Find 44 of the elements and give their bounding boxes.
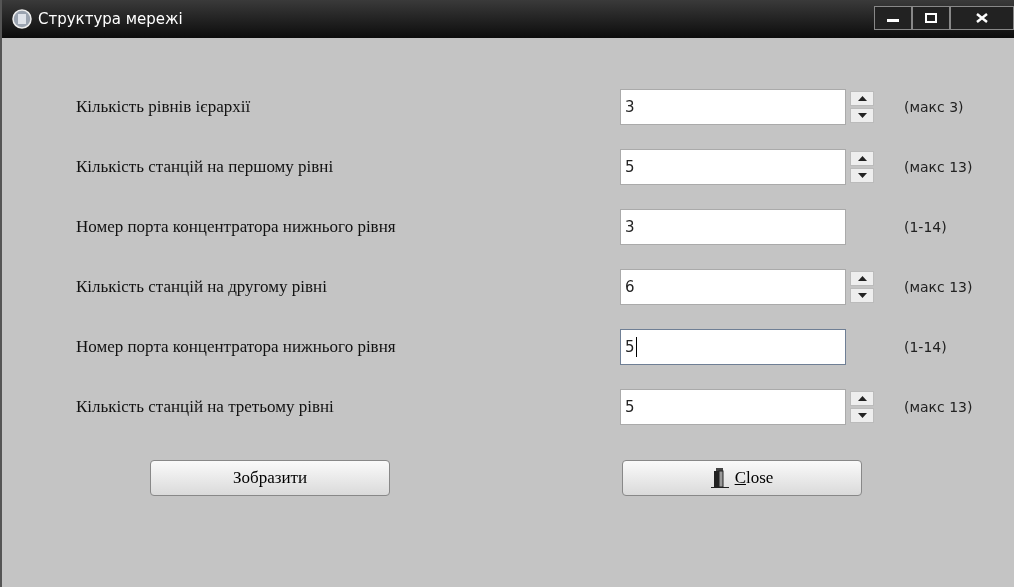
range-hint: (1-14) — [904, 219, 947, 235]
range-hint: (1-14) — [904, 339, 947, 355]
spin-down-button[interactable] — [850, 168, 874, 183]
up-arrow-icon — [857, 156, 867, 161]
field-label: Кількість станцій на третьому рівні — [76, 397, 335, 417]
spin-up-button[interactable] — [850, 391, 874, 406]
input-field[interactable]: 3 — [620, 89, 846, 125]
range-hint: (макс 13) — [904, 279, 973, 295]
minimize-button[interactable] — [874, 6, 912, 30]
field-label: Кількість рівнів ієрархії — [76, 97, 252, 117]
input-field[interactable]: 3 — [620, 209, 846, 245]
range-hint: (макс 3) — [904, 99, 964, 115]
down-arrow-icon — [857, 413, 867, 418]
spin-up-button[interactable] — [850, 271, 874, 286]
input-field[interactable]: 5 — [620, 329, 846, 365]
down-arrow-icon — [857, 173, 867, 178]
range-hint: (макс 13) — [904, 399, 973, 415]
down-arrow-icon — [857, 113, 867, 118]
maximize-button[interactable] — [912, 6, 950, 30]
window-title: Структура мережі — [38, 10, 183, 28]
close-icon — [975, 13, 989, 23]
spin-down-button[interactable] — [850, 408, 874, 423]
action-button[interactable]: Close — [622, 460, 862, 496]
door-icon — [710, 468, 729, 488]
close-button[interactable] — [950, 6, 1014, 30]
input-field[interactable]: 5 — [620, 149, 846, 185]
spin-down-button[interactable] — [850, 108, 874, 123]
spin-up-button[interactable] — [850, 91, 874, 106]
maximize-icon — [924, 13, 938, 23]
field-label: Кількість станцій на другому рівні — [76, 277, 328, 297]
spin-down-button[interactable] — [850, 288, 874, 303]
input-field[interactable]: 6 — [620, 269, 846, 305]
field-label: Номер порта концентратора нижнього рівня — [76, 337, 397, 357]
up-arrow-icon — [857, 96, 867, 101]
field-label: Номер порта концентратора нижнього рівня — [76, 217, 397, 237]
up-arrow-icon — [857, 276, 867, 281]
input-field[interactable]: 5 — [620, 389, 846, 425]
down-arrow-icon — [857, 293, 867, 298]
field-label: Кількість станцій на першому рівні — [76, 157, 335, 177]
action-button[interactable]: Зобразити — [150, 460, 390, 496]
up-arrow-icon — [857, 396, 867, 401]
app-icon — [12, 9, 32, 29]
spin-up-button[interactable] — [850, 151, 874, 166]
range-hint: (макс 13) — [904, 159, 973, 175]
